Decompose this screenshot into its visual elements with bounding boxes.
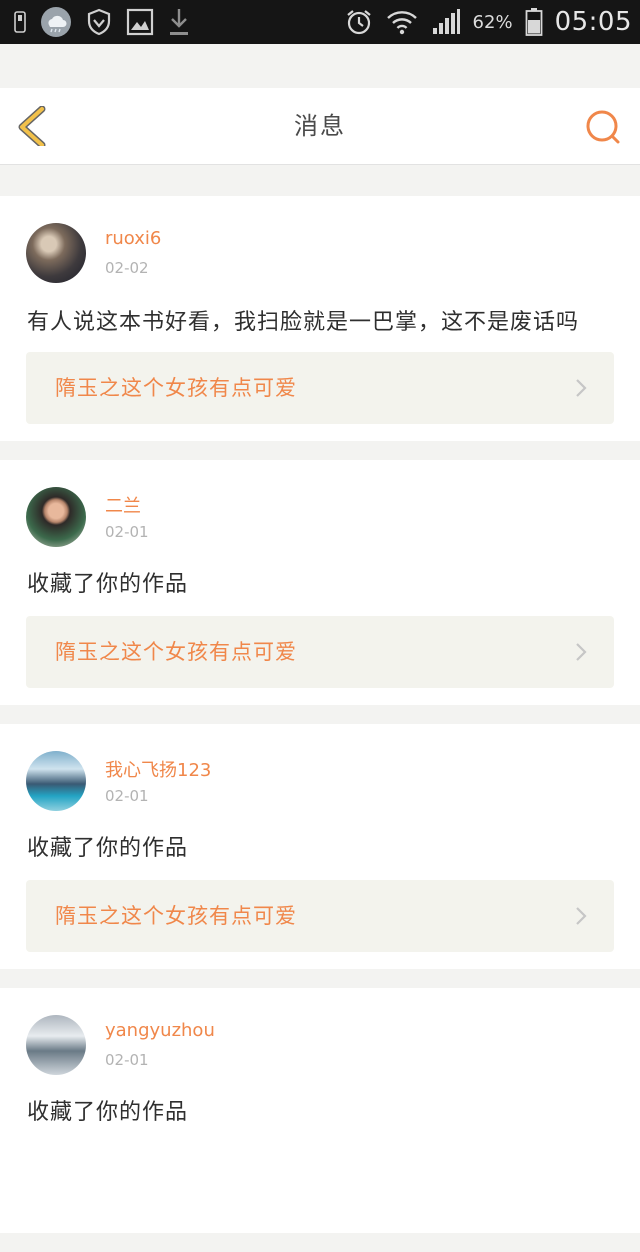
chevron-left-icon: [18, 105, 46, 149]
message-date: 02-01: [105, 1051, 149, 1069]
search-icon: [586, 110, 620, 144]
message-card: 二兰 02-01 收藏了你的作品 隋玉之这个女孩有点可爱: [0, 460, 640, 705]
message-text: 收藏了你的作品: [27, 836, 189, 861]
weather-icon: [40, 6, 72, 38]
shield-icon: [86, 8, 112, 36]
username[interactable]: 二兰: [105, 492, 141, 518]
wifi-icon: [385, 7, 419, 37]
battery-icon: [525, 7, 543, 37]
search-button[interactable]: [584, 108, 624, 148]
username[interactable]: yangyuzhou: [105, 1020, 215, 1041]
work-link-button[interactable]: 隋玉之这个女孩有点可爱: [26, 616, 614, 688]
chevron-right-icon: [576, 379, 587, 397]
avatar[interactable]: [26, 751, 86, 811]
message-date: 02-01: [105, 523, 149, 541]
clock-time: 05:05: [554, 7, 632, 37]
image-icon: [126, 8, 154, 36]
username[interactable]: 我心飞扬123: [105, 756, 211, 782]
download-icon: [168, 7, 190, 37]
message-list: ruoxi6 02-02 有人说这本书好看，我扫脸就是一巴掌，这不是废话吗 隋玉…: [0, 196, 640, 1252]
chevron-right-icon: [576, 643, 587, 661]
username[interactable]: ruoxi6: [105, 228, 161, 249]
avatar[interactable]: [26, 487, 86, 547]
message-card: yangyuzhou 02-01 收藏了你的作品: [0, 988, 640, 1233]
app-header: 消息: [0, 88, 640, 165]
alarm-icon: [345, 8, 373, 36]
status-bar-left: [14, 0, 190, 44]
message-text: 收藏了你的作品: [27, 1100, 189, 1125]
work-link-button[interactable]: 隋玉之这个女孩有点可爱: [26, 352, 614, 424]
battery-percentage: 62%: [472, 11, 513, 33]
signal-icon: [431, 8, 461, 36]
message-text: 有人说这本书好看，我扫脸就是一巴掌，这不是废话吗: [27, 310, 580, 335]
message-card: ruoxi6 02-02 有人说这本书好看，我扫脸就是一巴掌，这不是废话吗 隋玉…: [0, 196, 640, 441]
avatar[interactable]: [26, 1015, 86, 1075]
sim-icon: [14, 11, 26, 33]
message-card: 我心飞扬123 02-01 收藏了你的作品 隋玉之这个女孩有点可爱: [0, 724, 640, 969]
work-title: 隋玉之这个女孩有点可爱: [55, 904, 297, 928]
status-bar: 62% 05:05: [0, 0, 640, 44]
work-link-button[interactable]: 隋玉之这个女孩有点可爱: [26, 880, 614, 952]
back-button[interactable]: [14, 105, 54, 149]
avatar[interactable]: [26, 223, 86, 283]
page-title: 消息: [294, 112, 346, 140]
message-date: 02-01: [105, 787, 149, 805]
message-date: 02-02: [105, 259, 149, 277]
work-title: 隋玉之这个女孩有点可爱: [55, 376, 297, 400]
status-bar-right: 62% 05:05: [345, 0, 632, 44]
message-text: 收藏了你的作品: [27, 572, 189, 597]
work-title: 隋玉之这个女孩有点可爱: [55, 640, 297, 664]
chevron-right-icon: [576, 907, 587, 925]
